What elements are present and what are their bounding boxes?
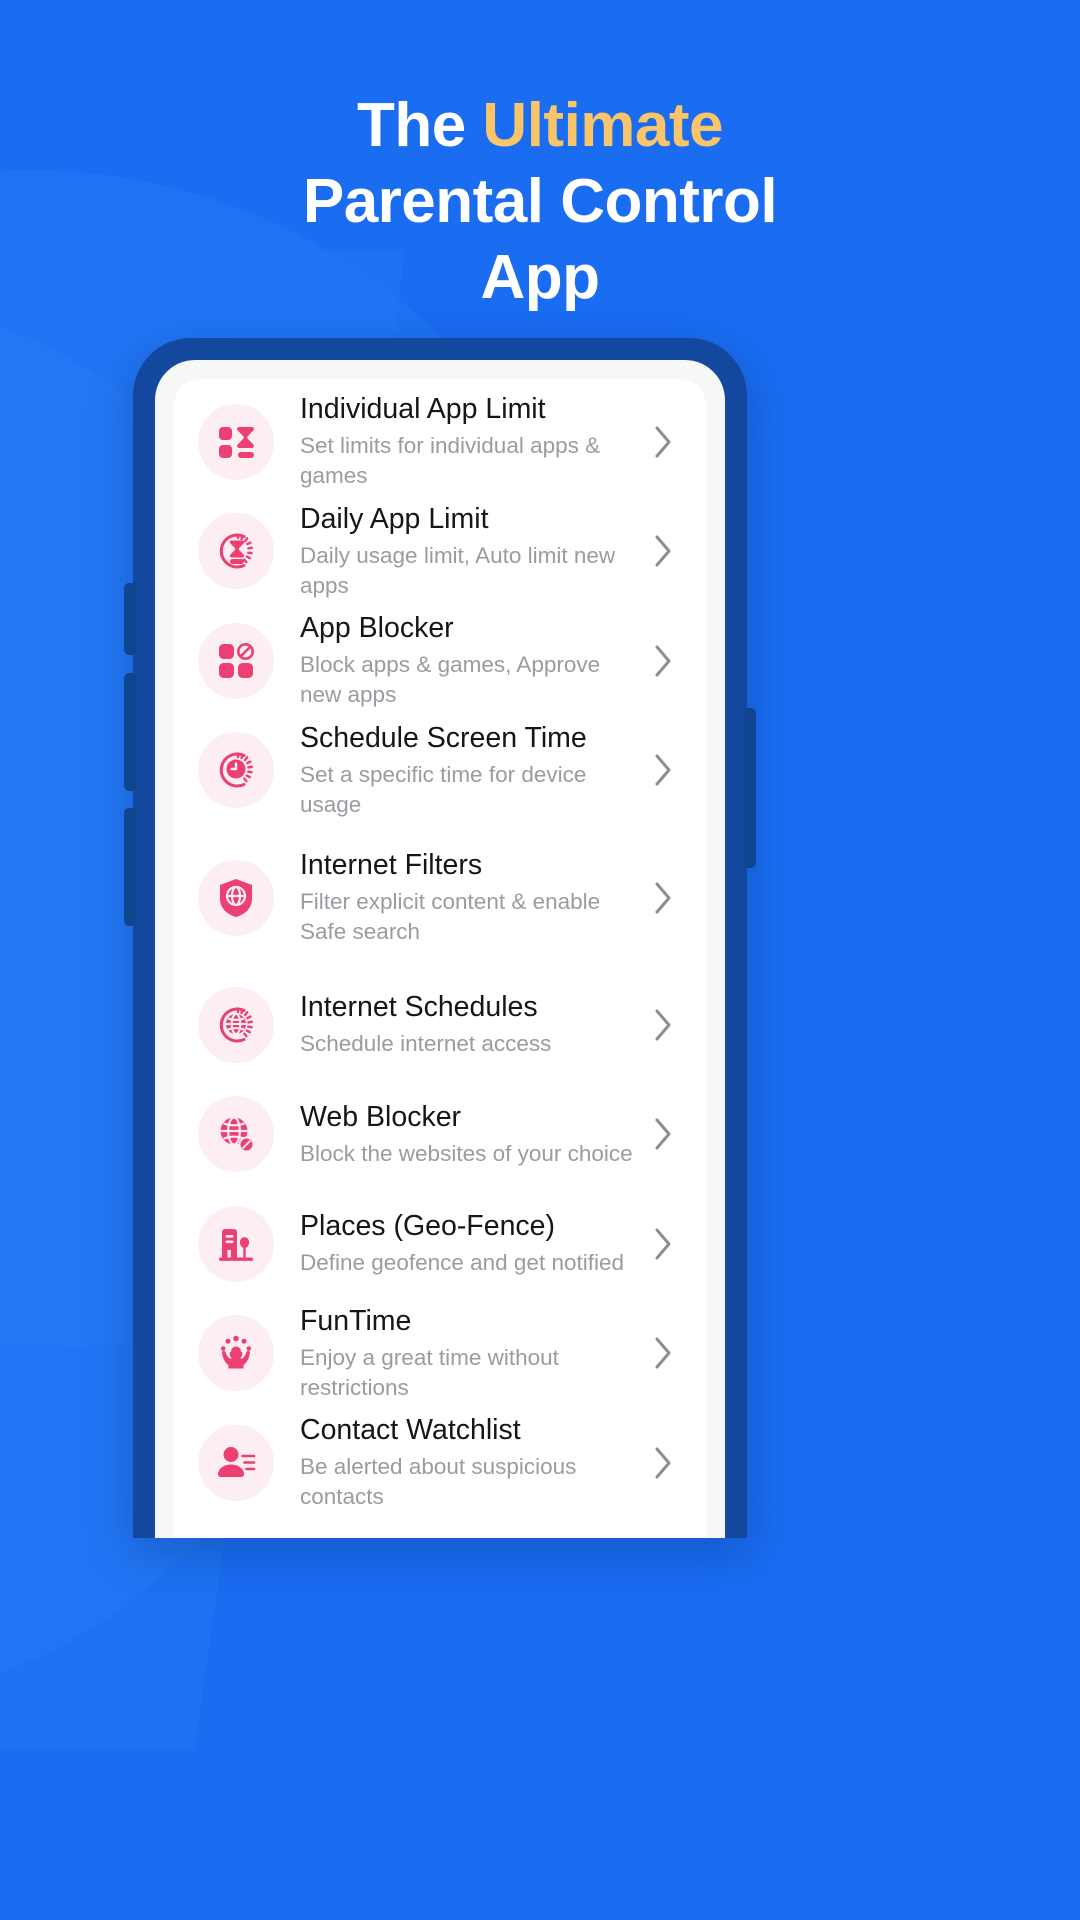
feature-row-text: Individual App Limit Set limits for indiv… bbox=[300, 392, 636, 491]
phone-screen-bezel: Individual App Limit Set limits for indiv… bbox=[155, 360, 725, 1538]
chevron-right-icon[interactable] bbox=[646, 1336, 680, 1370]
feature-row[interactable]: Places (Geo-Fence) Define geofence and ge… bbox=[174, 1189, 706, 1299]
feature-title: Internet Filters bbox=[300, 849, 483, 881]
squares-hourglass-icon bbox=[198, 403, 274, 480]
feature-row-text: Daily App Limit Daily usage limit, Auto l… bbox=[300, 502, 636, 601]
phone-mockup: Individual App Limit Set limits for indiv… bbox=[124, 338, 756, 1538]
feature-row[interactable]: Internet Filters Filter explicit content … bbox=[174, 825, 706, 970]
feature-title: Web Blocker bbox=[300, 1100, 462, 1133]
chevron-right-icon[interactable] bbox=[646, 644, 680, 678]
feature-title: FunTime bbox=[300, 1304, 412, 1337]
page-title: The Ultimate Parental Control App bbox=[0, 88, 1080, 316]
chevron-right-icon[interactable] bbox=[646, 1008, 680, 1042]
feature-row-text: Internet Filters Filter explicit content … bbox=[300, 848, 636, 947]
feature-row-text: Contact Watchlist Be alerted about suspic… bbox=[300, 1413, 636, 1512]
feature-row-text: App Blocker Block apps & games, Approve n… bbox=[300, 611, 636, 710]
chevron-right-icon[interactable] bbox=[646, 753, 680, 787]
phone-volume-up-button[interactable] bbox=[124, 583, 136, 655]
feature-subtitle: Filter explicit content & enable Safe se… bbox=[300, 889, 601, 944]
globe-dial-icon bbox=[198, 986, 274, 1063]
chevron-right-icon[interactable] bbox=[646, 534, 680, 568]
feature-row[interactable]: Web Blocker Block the websites of your ch… bbox=[174, 1080, 706, 1190]
feature-title: Daily App Limit bbox=[300, 502, 489, 535]
feature-subtitle: Set limits for individual apps & games bbox=[300, 433, 601, 489]
contact-person-icon bbox=[198, 1424, 274, 1501]
feature-row-text: Internet Schedules Schedule internet acce… bbox=[300, 990, 636, 1059]
chevron-right-icon[interactable] bbox=[646, 1446, 680, 1480]
feature-title: Places (Geo-Fence) bbox=[300, 1210, 556, 1243]
feature-subtitle: Be alerted about suspicious contacts bbox=[300, 1454, 577, 1510]
feature-row-text: Web Blocker Block the websites of your ch… bbox=[300, 1100, 636, 1169]
feature-list: Individual App Limit Set limits for indiv… bbox=[174, 379, 706, 1518]
feature-row[interactable]: Schedule Screen Time Set a specific time … bbox=[174, 716, 706, 826]
feature-subtitle: Block the websites of your choice bbox=[300, 1140, 633, 1166]
feature-title: Schedule Screen Time bbox=[300, 721, 587, 754]
phone-power-button[interactable] bbox=[744, 708, 756, 868]
headline-line3: App bbox=[480, 242, 600, 312]
feature-row[interactable]: Contact Watchlist Be alerted about suspic… bbox=[174, 1408, 706, 1518]
hands-celebration-icon bbox=[198, 1315, 274, 1392]
chevron-right-icon[interactable] bbox=[646, 425, 680, 459]
phone-screen: Individual App Limit Set limits for indiv… bbox=[174, 379, 706, 1538]
app-grid-blocked-icon bbox=[198, 622, 274, 699]
feature-subtitle: Daily usage limit, Auto limit new apps bbox=[300, 542, 616, 598]
feature-row-text: Schedule Screen Time Set a specific time … bbox=[300, 721, 636, 820]
chevron-right-icon[interactable] bbox=[646, 1117, 680, 1151]
headline-line1-accent: Ultimate bbox=[482, 90, 724, 160]
building-tree-icon bbox=[198, 1205, 274, 1282]
feature-title: Internet Schedules bbox=[300, 991, 538, 1024]
feature-row[interactable]: Daily App Limit Daily usage limit, Auto l… bbox=[174, 497, 706, 607]
headline-line1-plain: The bbox=[356, 90, 483, 160]
feature-row[interactable]: Internet Schedules Schedule internet acce… bbox=[174, 970, 706, 1080]
globe-blocked-icon bbox=[198, 1096, 274, 1173]
hourglass-dial-icon bbox=[198, 513, 274, 590]
feature-subtitle: Enjoy a great time without restrictions bbox=[300, 1344, 559, 1400]
phone-volume-down-button[interactable] bbox=[124, 673, 136, 791]
feature-row-text: FunTime Enjoy a great time without restri… bbox=[300, 1304, 636, 1403]
feature-row[interactable]: App Blocker Block apps & games, Approve n… bbox=[174, 606, 706, 716]
feature-row-text: Places (Geo-Fence) Define geofence and ge… bbox=[300, 1209, 636, 1278]
feature-subtitle: Set a specific time for device usage bbox=[300, 761, 587, 817]
feature-subtitle: Schedule internet access bbox=[300, 1031, 552, 1057]
feature-title: Contact Watchlist bbox=[300, 1414, 521, 1447]
clock-dial-icon bbox=[198, 732, 274, 809]
feature-title: App Blocker bbox=[300, 612, 454, 645]
shield-globe-icon bbox=[198, 859, 274, 936]
feature-title: Individual App Limit bbox=[300, 393, 546, 426]
feature-subtitle: Block apps & games, Approve new apps bbox=[300, 652, 601, 708]
phone-volume-extra-button[interactable] bbox=[124, 808, 136, 926]
chevron-right-icon[interactable] bbox=[646, 881, 680, 915]
chevron-right-icon[interactable] bbox=[646, 1227, 680, 1261]
feature-subtitle: Define geofence and get notified bbox=[300, 1250, 624, 1276]
feature-row[interactable]: FunTime Enjoy a great time without restri… bbox=[174, 1299, 706, 1409]
feature-row[interactable]: Individual App Limit Set limits for indiv… bbox=[174, 387, 706, 497]
headline-line2: Parental Control bbox=[302, 166, 778, 236]
